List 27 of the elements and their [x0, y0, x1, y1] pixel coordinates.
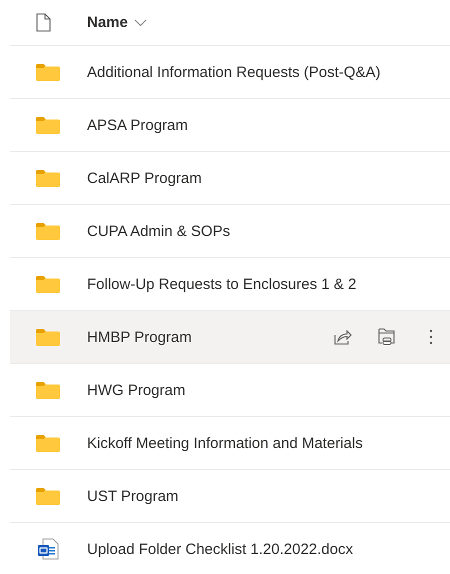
- share-icon: [334, 329, 352, 345]
- chevron-down-icon: [134, 18, 147, 26]
- folder-icon: [36, 328, 60, 346]
- folder-link-icon: [378, 328, 396, 346]
- file-name: CalARP Program: [87, 170, 202, 186]
- file-row[interactable]: HMBP Program: [10, 311, 450, 364]
- file-icon: [36, 13, 51, 32]
- file-name: Kickoff Meeting Information and Materials: [87, 434, 363, 452]
- folder-icon: [36, 488, 60, 504]
- folder-icon: [36, 116, 60, 134]
- file-name: HMBP Program: [87, 328, 192, 346]
- file-name: Upload Folder Checklist 1.20.2022.docx: [87, 540, 353, 558]
- folder-icon: [36, 434, 60, 452]
- folder-icon: [36, 222, 60, 240]
- file-name: Additional Information Requests (Post-Q&A): [87, 64, 380, 80]
- file-name: Follow-Up Requests to Enclosures 1 & 2: [87, 276, 356, 292]
- more-icon: [429, 329, 433, 345]
- file-name: HWG Program: [87, 382, 186, 398]
- name-column-header[interactable]: Name: [87, 14, 147, 31]
- file-name: CUPA Admin & SOPs: [87, 222, 230, 240]
- folder-icon: [36, 382, 60, 398]
- file-name: UST Program: [87, 488, 178, 504]
- word-document-icon: [36, 537, 60, 561]
- folder-icon: [36, 170, 60, 186]
- folder-icon: [36, 64, 60, 80]
- file-name: APSA Program: [87, 116, 188, 134]
- folder-icon: [36, 276, 60, 292]
